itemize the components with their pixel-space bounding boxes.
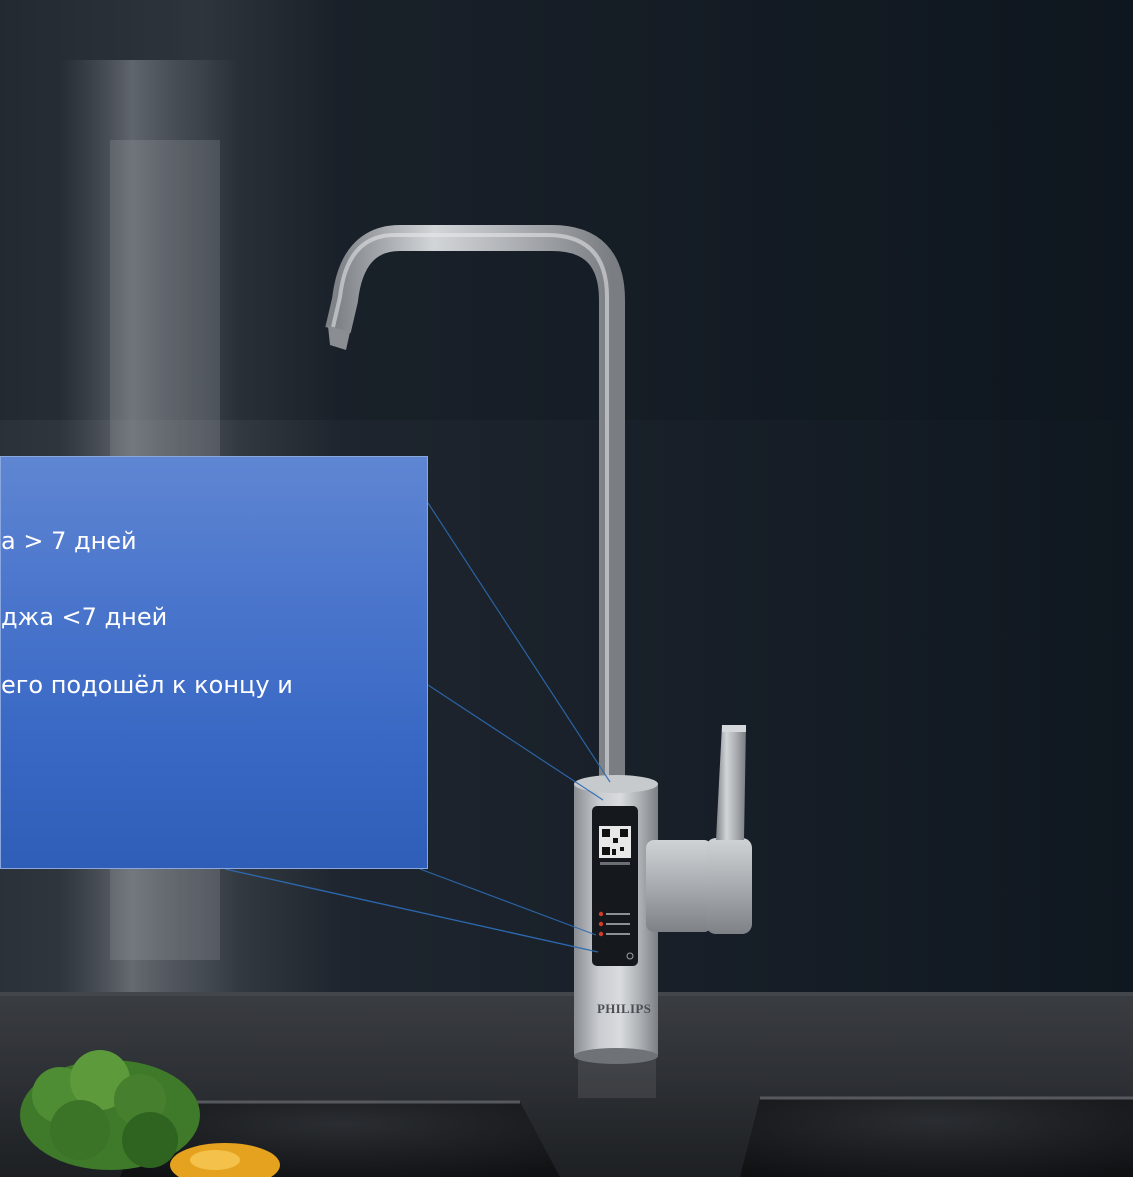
callout-line-3: его подошёл к концу и (1, 671, 293, 699)
product-photo-scene: PHILIPS а > 7 дней джа <7 дней его подош… (0, 0, 1133, 1177)
brand-logo: PHILIPS (597, 1001, 652, 1016)
callout-line-1: а > 7 дней (1, 527, 137, 555)
callout-line-2: джа <7 дней (1, 603, 168, 631)
callout-box: а > 7 дней джа <7 дней его подошёл к кон… (0, 456, 428, 869)
